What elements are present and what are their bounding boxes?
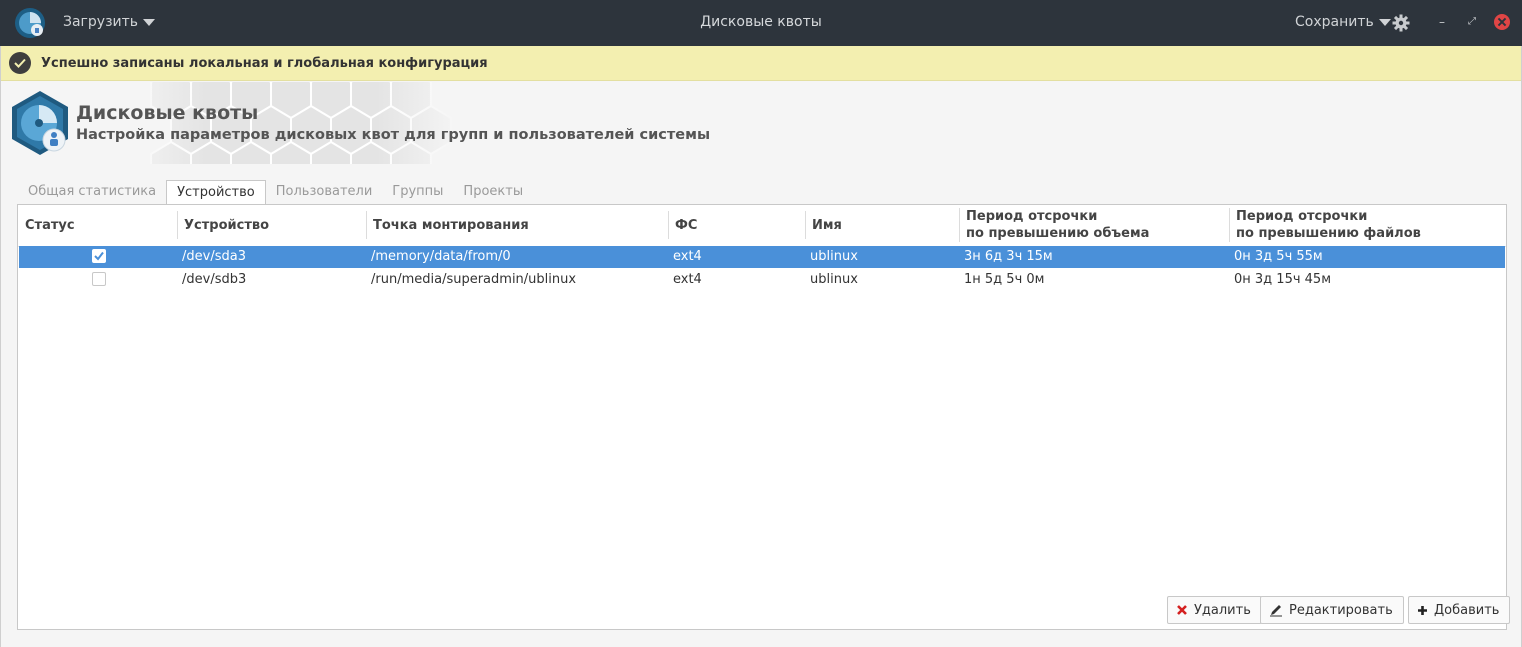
column-header-status[interactable]: Статус bbox=[19, 205, 75, 245]
tab-users[interactable]: Пользователи bbox=[266, 180, 383, 204]
info-bar: Успешно записаны локальная и глобальная … bbox=[1, 46, 1521, 81]
column-header-mount[interactable]: Точка монтирования bbox=[366, 211, 529, 239]
cell-grace-space: 1н 5д 5ч 0м bbox=[964, 272, 1045, 287]
save-menu-label: Сохранить bbox=[1295, 14, 1374, 30]
delete-button-label: Удалить bbox=[1194, 602, 1251, 618]
column-header-grace-space-line2: по превышению объема bbox=[966, 226, 1150, 241]
table-row[interactable]: /dev/sda3 /memory/data/from/0 ext4 ublin… bbox=[19, 246, 1505, 268]
column-header-name[interactable]: Имя bbox=[805, 211, 842, 239]
tab-general-stats[interactable]: Общая статистика bbox=[18, 180, 166, 204]
column-header-grace-files-line2: по превышению файлов bbox=[1236, 226, 1421, 241]
chevron-down-icon bbox=[1378, 19, 1391, 26]
column-header-grace-space-line1: Период отсрочки bbox=[966, 209, 1098, 224]
table-row[interactable]: /dev/sdb3 /run/media/superadmin/ublinux … bbox=[19, 269, 1505, 291]
column-header-fs[interactable]: ФС bbox=[668, 211, 697, 239]
title-bar: Загрузить Дисковые квоты Сохранить – ⤢ bbox=[0, 0, 1522, 46]
edit-button[interactable]: Редактировать bbox=[1260, 596, 1404, 624]
maximize-button[interactable]: ⤢ bbox=[1464, 12, 1480, 32]
column-header-device[interactable]: Устройство bbox=[177, 211, 269, 239]
delete-icon bbox=[1177, 605, 1187, 615]
main-window: Успешно записаны локальная и глобальная … bbox=[0, 46, 1522, 647]
cell-name: ublinux bbox=[810, 249, 858, 264]
column-header-grace-files[interactable]: Период отсрочки по превышению файлов bbox=[1229, 208, 1421, 242]
gear-icon[interactable] bbox=[1391, 13, 1411, 33]
save-menu[interactable]: Сохранить bbox=[1295, 14, 1391, 30]
checkmark-icon bbox=[9, 52, 31, 74]
page-subtitle: Настройка параметров дисковых квот для г… bbox=[76, 127, 711, 143]
pencil-icon bbox=[1270, 605, 1282, 617]
page-header: Дисковые квоты Настройка параметров диск… bbox=[1, 82, 1521, 164]
cell-grace-files: 0н 3д 15ч 45м bbox=[1234, 272, 1331, 287]
cell-grace-files: 0н 3д 5ч 55м bbox=[1234, 249, 1323, 264]
tab-groups[interactable]: Группы bbox=[382, 180, 453, 204]
window-title: Дисковые квоты bbox=[700, 14, 822, 30]
cell-grace-space: 3н 6д 3ч 15м bbox=[964, 249, 1053, 264]
tab-bar: Общая статистика Устройство Пользователи… bbox=[18, 180, 533, 205]
device-table-panel: Статус Устройство Точка монтирования ФС … bbox=[17, 204, 1507, 630]
column-header-grace-space[interactable]: Период отсрочки по превышению объема bbox=[959, 208, 1149, 242]
add-button[interactable]: Добавить bbox=[1408, 596, 1511, 624]
delete-button[interactable]: Удалить bbox=[1167, 596, 1262, 624]
minimize-button[interactable]: – bbox=[1434, 12, 1450, 32]
cell-fs: ext4 bbox=[673, 249, 702, 264]
info-message: Успешно записаны локальная и глобальная … bbox=[41, 56, 488, 71]
cell-device: /dev/sda3 bbox=[182, 249, 246, 264]
cell-mount: /memory/data/from/0 bbox=[371, 249, 511, 264]
disk-quota-logo-icon bbox=[12, 91, 68, 155]
cell-device: /dev/sdb3 bbox=[182, 272, 247, 287]
cell-mount: /run/media/superadmin/ublinux bbox=[371, 272, 577, 287]
plus-icon bbox=[1418, 605, 1427, 615]
page-title: Дисковые квоты bbox=[76, 102, 259, 124]
cell-name: ublinux bbox=[810, 272, 858, 287]
table-header: Статус Устройство Точка монтирования ФС … bbox=[18, 205, 1506, 247]
add-button-label: Добавить bbox=[1434, 602, 1500, 618]
cell-fs: ext4 bbox=[673, 272, 702, 287]
status-checkbox[interactable] bbox=[92, 249, 106, 263]
edit-button-label: Редактировать bbox=[1289, 602, 1393, 618]
tab-projects[interactable]: Проекты bbox=[453, 180, 533, 204]
close-button[interactable] bbox=[1494, 14, 1510, 30]
tab-device[interactable]: Устройство bbox=[166, 180, 266, 205]
status-checkbox[interactable] bbox=[92, 272, 106, 286]
column-header-grace-files-line1: Период отсрочки bbox=[1236, 209, 1368, 224]
